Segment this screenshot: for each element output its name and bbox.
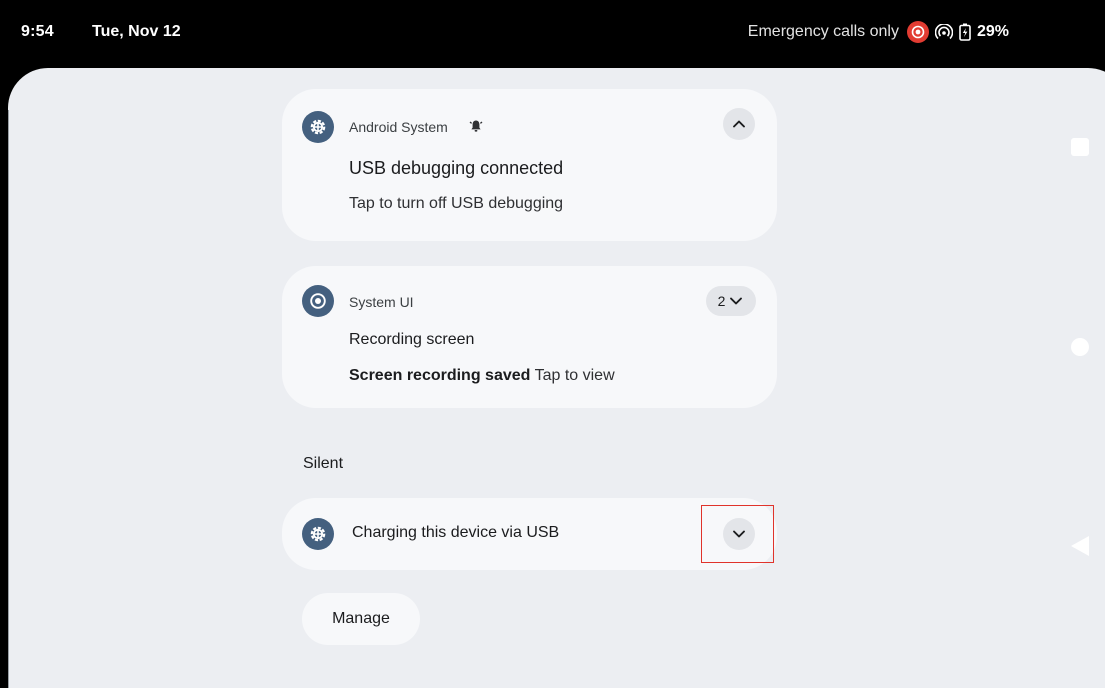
- alert-bell-icon: [468, 118, 484, 139]
- notification-text: Tap to turn off USB debugging: [349, 195, 564, 212]
- notification-text-bold: Screen recording saved: [349, 367, 531, 384]
- battery-level: 29%: [976, 23, 1009, 40]
- screen: 9:54 Tue, Nov 12 Emergency calls only 29…: [0, 0, 1105, 688]
- expand-group-button[interactable]: 2: [706, 286, 756, 316]
- notification-text-rest: Tap to view: [534, 367, 615, 384]
- highlight-box: [701, 505, 774, 563]
- network-status: Emergency calls only: [747, 23, 899, 40]
- status-date: Tue, Nov 12: [92, 23, 181, 40]
- screen-record-icon: [302, 285, 334, 317]
- recents-icon[interactable]: [1071, 138, 1089, 156]
- collapse-button[interactable]: [723, 108, 755, 140]
- notification-usb-debugging[interactable]: Android System USB debugging connected T…: [282, 89, 777, 241]
- shade-edge: [8, 110, 9, 688]
- battery-charging-icon: [959, 23, 971, 41]
- status-bar: 9:54 Tue, Nov 12 Emergency calls only 29…: [0, 0, 1105, 66]
- back-icon[interactable]: [1070, 535, 1090, 557]
- manage-button[interactable]: Manage: [302, 593, 420, 645]
- gear-icon: [302, 111, 334, 143]
- notification-text: Screen recording saved Tap to view: [349, 367, 615, 385]
- home-icon[interactable]: [1071, 338, 1089, 356]
- status-time: 9:54: [21, 23, 54, 40]
- app-name: System UI: [349, 294, 414, 310]
- silent-section-label: Silent: [303, 455, 344, 472]
- notification-title: USB debugging connected: [349, 158, 564, 178]
- hotspot-icon: [934, 24, 953, 40]
- app-name: Android System: [349, 119, 448, 135]
- chevron-up-icon: [733, 120, 745, 128]
- notification-title: Recording screen: [349, 331, 475, 348]
- chevron-down-icon: [730, 297, 743, 305]
- screen-record-icon[interactable]: [906, 21, 929, 43]
- notification-screen-recording[interactable]: System UI 2 Recording screen Screen reco…: [282, 266, 777, 408]
- notification-count: 2: [717, 293, 726, 309]
- status-right: Emergency calls only 29%: [748, 21, 1009, 43]
- gear-icon: [302, 518, 334, 550]
- notification-title: Charging this device via USB: [352, 524, 560, 541]
